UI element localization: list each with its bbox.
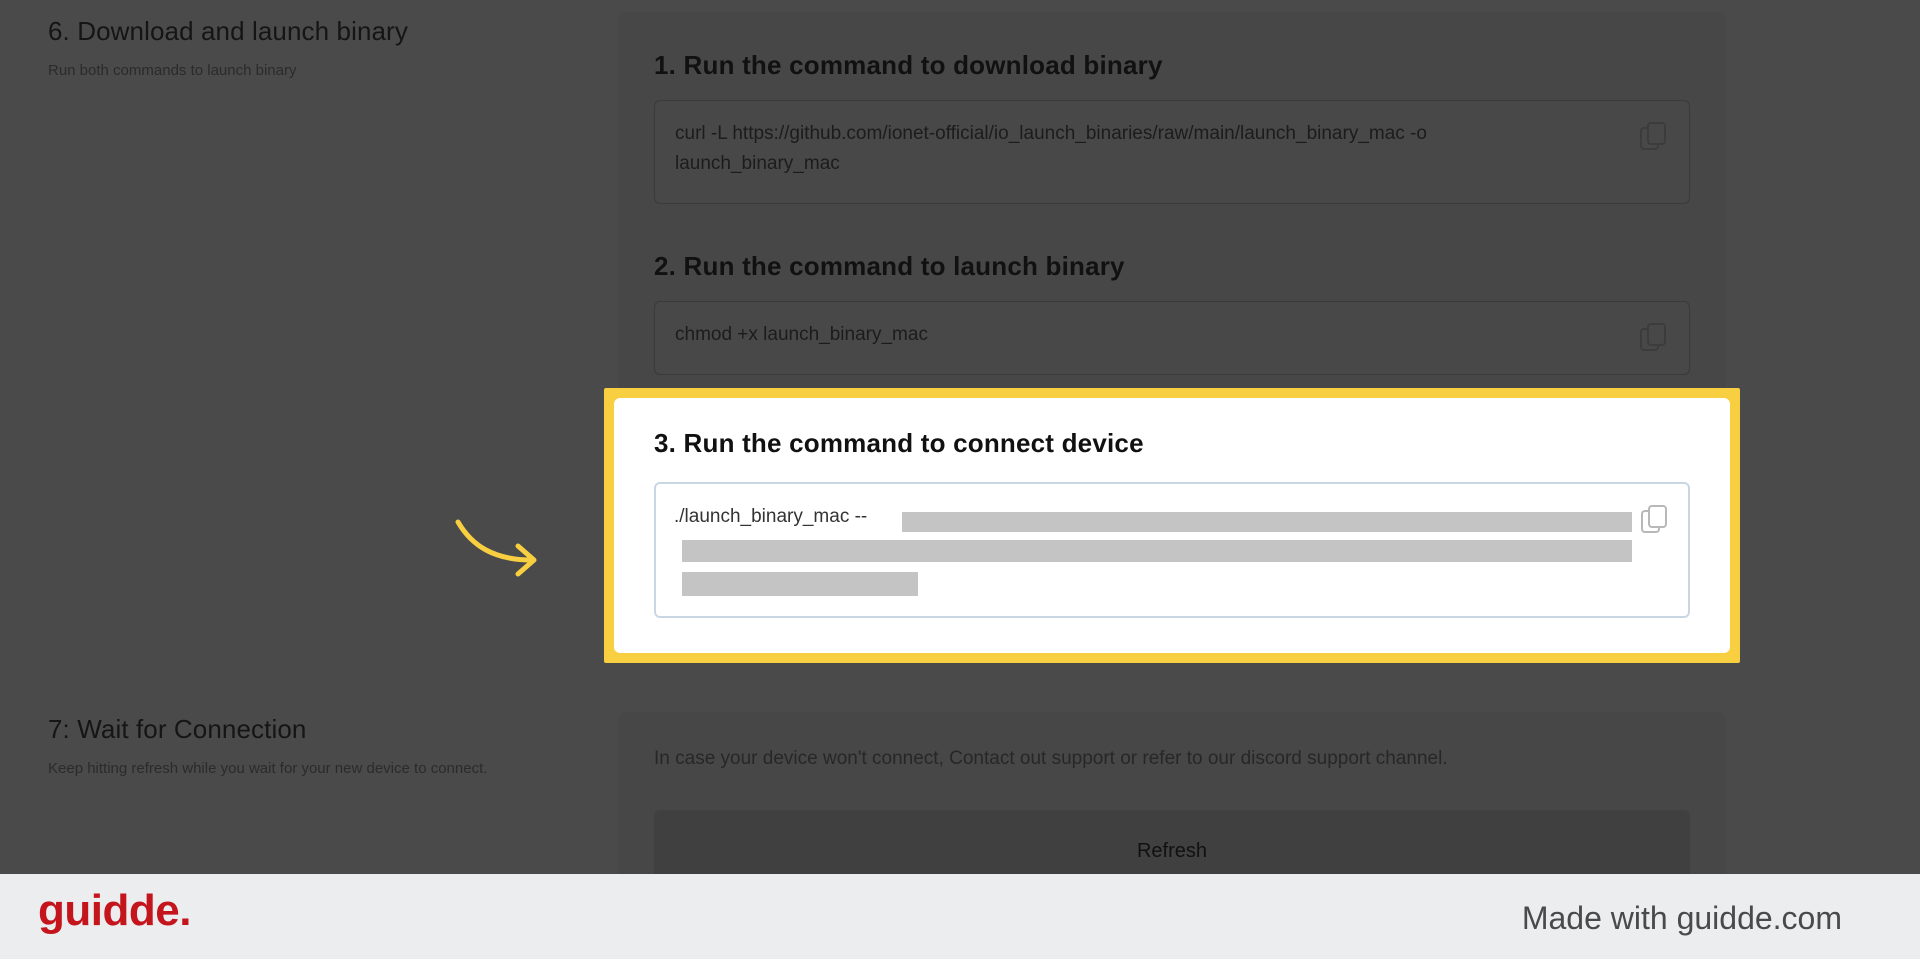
launch-command-box[interactable]: chmod +x launch_binary_mac: [654, 301, 1690, 375]
section-title: 7: Wait for Connection: [48, 714, 307, 744]
connect-command-text: ./launch_binary_mac --: [674, 506, 868, 527]
section-6-header: 6. Download and launch binary Run both c…: [48, 16, 518, 81]
guidde-logo[interactable]: guidde.: [38, 886, 191, 936]
section-description: Run both commands to launch binary: [48, 62, 297, 79]
redacted-token: [682, 540, 1632, 562]
section-description: Keep hitting refresh while you wait for …: [48, 760, 488, 777]
step-2-title: 2. Run the command to launch binary: [654, 251, 1125, 281]
support-text: In case your device won't connect, Conta…: [654, 748, 1448, 769]
download-command-box[interactable]: curl -L https://github.com/ionet-officia…: [654, 100, 1690, 204]
step-1-title: 1. Run the command to download binary: [654, 50, 1163, 80]
footer-bar: guidde. Made with guidde.com: [0, 874, 1920, 959]
refresh-button[interactable]: Refresh: [654, 810, 1690, 874]
connect-device-panel: 3. Run the command to connect device ./l…: [614, 398, 1730, 653]
redacted-token: [682, 572, 918, 596]
pointer-arrow-icon: [454, 516, 542, 582]
section-title: 6. Download and launch binary: [48, 16, 408, 46]
connect-command-box[interactable]: ./launch_binary_mac --: [654, 482, 1690, 618]
section-7-header: 7: Wait for Connection Keep hitting refr…: [48, 714, 518, 779]
step-3-title: 3. Run the command to connect device: [654, 428, 1144, 458]
copy-icon[interactable]: [1640, 504, 1668, 534]
app-viewport: 6. Download and launch binary Run both c…: [0, 0, 1920, 874]
launch-command-text: chmod +x launch_binary_mac: [675, 324, 928, 345]
copy-icon[interactable]: [1639, 121, 1667, 151]
redacted-token: [902, 512, 1632, 532]
highlight-frame: 3. Run the command to connect device ./l…: [604, 388, 1740, 663]
download-command-text: curl -L https://github.com/ionet-officia…: [675, 123, 1427, 174]
copy-icon[interactable]: [1639, 322, 1667, 352]
made-with-text[interactable]: Made with guidde.com: [1522, 900, 1842, 937]
